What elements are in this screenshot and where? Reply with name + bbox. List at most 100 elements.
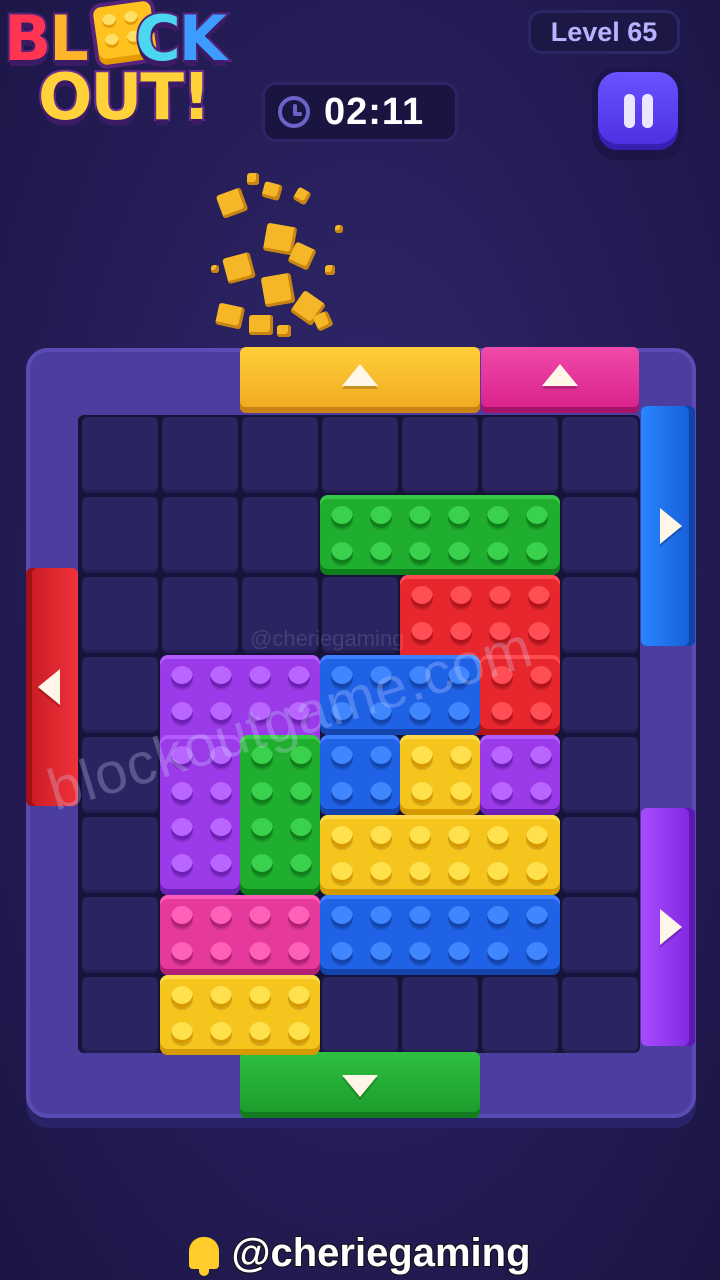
pause-icon	[624, 94, 635, 128]
green-block-segment[interactable]	[320, 495, 560, 575]
block-stud	[409, 542, 431, 564]
timer-value: 02:11	[324, 90, 425, 133]
level-indicator: Level 65	[528, 10, 680, 54]
grid-cell	[162, 497, 238, 573]
arrow-up-icon	[542, 364, 578, 386]
yellow-block-segment[interactable]	[320, 815, 560, 895]
purple-block-segment[interactable]	[480, 735, 560, 815]
grid-cell	[562, 497, 638, 573]
block-stud	[528, 622, 550, 644]
block-stud	[171, 906, 193, 928]
block-stud	[528, 586, 550, 608]
arrow-up-icon	[342, 364, 378, 386]
block-stud	[288, 942, 310, 964]
creator-handle-text: @cheriegaming	[230, 1230, 531, 1276]
blue-block-segment[interactable]	[320, 735, 400, 815]
block-stud	[251, 782, 273, 804]
block-stud	[331, 746, 353, 768]
arrow-down-icon	[342, 1075, 378, 1097]
block-stud	[409, 942, 431, 964]
block-stud	[331, 542, 353, 564]
grid-cell	[562, 817, 638, 893]
grid-cell	[162, 417, 238, 493]
block-stud	[370, 826, 392, 848]
block-stud	[370, 942, 392, 964]
block-stud	[210, 818, 232, 840]
block-stud	[411, 586, 433, 608]
block-stud	[526, 862, 548, 884]
block-stud	[409, 862, 431, 884]
yellow-block-segment[interactable]	[160, 975, 320, 1055]
gate-bottom-green	[240, 1052, 480, 1118]
block-stud	[370, 506, 392, 528]
block-stud	[210, 1022, 232, 1044]
grid-cell	[562, 577, 638, 653]
block-stud	[409, 506, 431, 528]
block-stud	[487, 542, 509, 564]
grid-cell	[82, 657, 158, 733]
grid-cell	[562, 897, 638, 973]
block-stud	[491, 702, 513, 724]
pause-button[interactable]	[592, 68, 684, 160]
grid-cell	[402, 417, 478, 493]
block-stud	[210, 986, 232, 1008]
grid-cell	[562, 417, 638, 493]
block-stud	[487, 862, 509, 884]
grid-cell	[242, 497, 318, 573]
arrow-right-icon	[660, 909, 682, 945]
grid-cell	[322, 977, 398, 1053]
block-stud	[530, 746, 552, 768]
block-stud	[251, 854, 273, 876]
block-stud	[331, 782, 353, 804]
block-stud	[249, 666, 271, 688]
block-stud	[448, 542, 470, 564]
block-stud	[448, 862, 470, 884]
block-stud	[249, 986, 271, 1008]
clock-icon	[278, 96, 310, 128]
block-stud	[331, 506, 353, 528]
block-stud	[171, 986, 193, 1008]
block-debris-effect	[205, 165, 355, 345]
creator-handle: @cheriegaming	[0, 1226, 720, 1280]
block-stud	[370, 906, 392, 928]
block-stud	[171, 942, 193, 964]
block-stud	[450, 586, 472, 608]
block-stud	[171, 818, 193, 840]
grid-cell	[482, 977, 558, 1053]
block-stud	[171, 854, 193, 876]
grid-cell	[562, 977, 638, 1053]
block-stud	[448, 826, 470, 848]
grid-cell	[562, 737, 638, 813]
block-stud	[210, 666, 232, 688]
block-stud	[288, 986, 310, 1008]
block-stud	[448, 702, 470, 724]
block-stud	[290, 854, 312, 876]
grid-cell	[82, 897, 158, 973]
block-stud	[288, 1022, 310, 1044]
grid-cell	[482, 417, 558, 493]
grid-cell	[562, 657, 638, 733]
block-stud	[526, 506, 548, 528]
block-stud	[290, 818, 312, 840]
block-stud	[487, 942, 509, 964]
block-stud	[526, 906, 548, 928]
block-stud	[249, 906, 271, 928]
block-stud	[487, 906, 509, 928]
gate-right-blue	[641, 406, 695, 646]
yellow-block-segment[interactable]	[400, 735, 480, 815]
blue-block-segment[interactable]	[320, 895, 560, 975]
logo-line-2: OUT!	[36, 61, 213, 135]
arrow-left-icon	[38, 669, 60, 705]
pink-block-segment[interactable]	[160, 895, 320, 975]
grid-cell	[162, 577, 238, 653]
block-stud	[526, 942, 548, 964]
block-stud	[487, 826, 509, 848]
block-stud	[370, 782, 392, 804]
block-stud	[448, 906, 470, 928]
block-stud	[530, 782, 552, 804]
block-stud	[526, 826, 548, 848]
grid-cell	[82, 497, 158, 573]
block-stud	[210, 942, 232, 964]
block-stud	[409, 906, 431, 928]
grid-cell	[242, 417, 318, 493]
